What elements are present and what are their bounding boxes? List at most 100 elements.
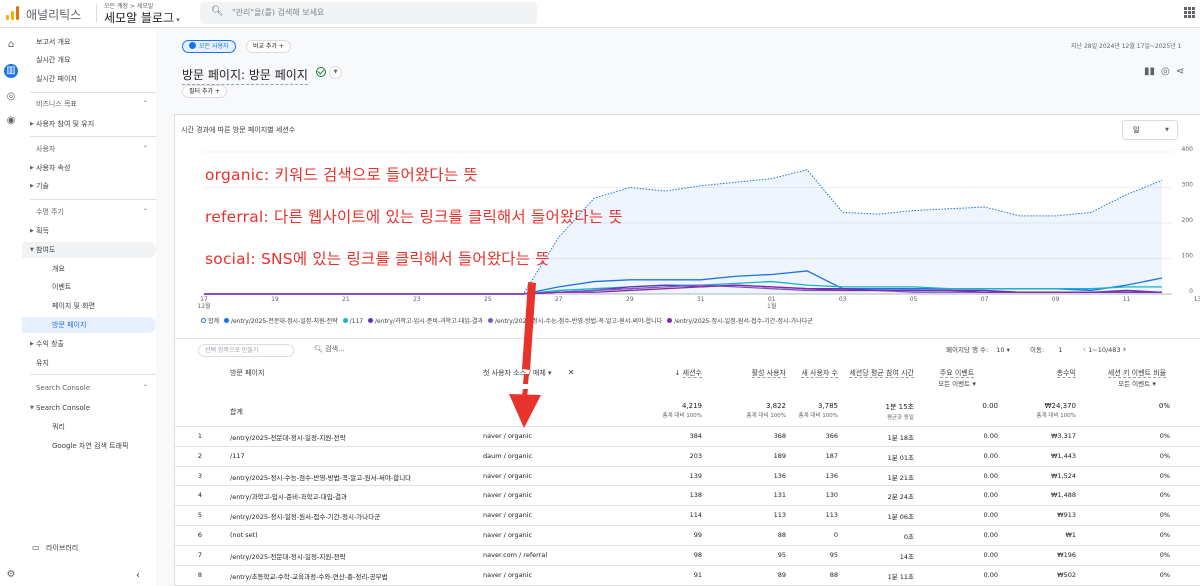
arrow-shaft-top: [522, 282, 536, 370]
rows-per-page-select[interactable]: 10 ▾: [996, 346, 1010, 354]
legend-item[interactable]: /entry/2025-전문대-정시-일정-지원-전략: [231, 318, 338, 325]
sidebar-item-events[interactable]: 이벤트: [22, 279, 156, 295]
sidebar-item-acquisition[interactable]: ▶ 획득: [22, 223, 156, 239]
pagination: 페이지당 행 수: 10 ▾ 이동: 1 ‹ 1~10/483 ›: [946, 345, 1127, 355]
caret-right-icon: ▶: [30, 183, 34, 189]
col-header-total-revenue[interactable]: 총수익: [1004, 368, 1076, 378]
col-header-landing-page[interactable]: 방문 페이지: [230, 368, 264, 378]
y-tick-label: 100: [1182, 253, 1194, 260]
table-search[interactable]: 🔍︎ 검색...: [314, 344, 345, 354]
legend-total-ring-icon[interactable]: [201, 318, 206, 323]
table-row[interactable]: 8/entry/초등학교-수학-교육과정-수와-연산-총-정리-공부법 naver…: [174, 564, 1200, 584]
cell-key-events: 0.00: [983, 531, 998, 539]
sidebar-item-engagement-overview[interactable]: 개요: [22, 261, 156, 277]
cell-revenue: ₩1,488: [1050, 491, 1076, 500]
legend-item[interactable]: /entry/2025-정시-일정-원서-접수-기간-정시-가나다군: [674, 318, 813, 325]
page-range: 1~10/483: [1088, 346, 1121, 354]
reports-icon[interactable]: ▥: [4, 64, 18, 78]
table-row[interactable]: 5/entry/2025-정시-일정-원서-접수-기간-정시-가나다군 naver…: [174, 505, 1200, 524]
analytics-logo-icon[interactable]: [6, 6, 20, 20]
arrow-head: [509, 394, 541, 428]
property-selector[interactable]: 세모알 블로그 ▾: [104, 9, 180, 26]
legend-item[interactable]: 합계: [208, 318, 219, 325]
legend-swatch: [342, 318, 348, 323]
legend-item[interactable]: /117: [350, 318, 363, 325]
search-icon: 🔍︎: [314, 345, 326, 353]
settings-gear-icon[interactable]: ⚙: [4, 568, 18, 582]
row-index: 3: [197, 471, 202, 480]
cell-session-key-rate: 0%: [1159, 570, 1170, 579]
sidebar-group-lifecycle[interactable]: 수명 주기 ⌃: [22, 204, 156, 220]
cell-session-key-rate: 0%: [1159, 451, 1170, 460]
explore-icon[interactable]: ◎: [4, 90, 18, 104]
table-row[interactable]: 3/entry/2025-정시-수능-점수-반영-방법-꼭-알고-원서-써야-합…: [174, 465, 1200, 485]
table-row[interactable]: 7/entry/2025-전문대-정시-일정-지원-전략 naver.com / …: [174, 544, 1200, 564]
sidebar-item-engagement[interactable]: ▼ 참여도: [22, 242, 156, 258]
x-tick-label: 31: [697, 296, 705, 303]
cell-key-events: 0.00: [983, 432, 998, 440]
table-row[interactable]: 6 (not set) naver / organic 99 88 0 0초 0.00 ₩1 0%: [174, 525, 1200, 544]
sidebar-item-queries[interactable]: 쿼리: [22, 419, 156, 435]
sidebar: 보고서 개요 실시간 개요 실시간 페이지 비즈니스 목표 ⌃ ▶ 사용자 참여 및…: [22, 28, 156, 586]
annotation-organic: organic: 키워드 검색으로 들어왔다는 뜻: [205, 166, 478, 184]
cell-sessions: 91: [693, 570, 702, 579]
sidebar-group-business-goals[interactable]: 비즈니스 목표 ⌃: [22, 96, 156, 112]
sidebar-item-realtime-overview[interactable]: 실시간 개요: [22, 52, 156, 68]
caret-right-icon: ▶: [30, 341, 34, 347]
next-page-icon[interactable]: ›: [1123, 345, 1127, 355]
close-icon[interactable]: ✕: [568, 368, 575, 377]
cell-source-medium: naver / organic: [483, 511, 533, 520]
prev-page-icon[interactable]: ‹: [1082, 345, 1086, 355]
cell-source-medium: naver / organic: [483, 432, 533, 440]
collapse-chevron-icon[interactable]: ‹: [136, 570, 140, 581]
chevron-down-icon: ▾: [174, 16, 180, 24]
home-icon[interactable]: ⌂: [4, 38, 18, 52]
arrow-dash-1: [523, 374, 529, 384]
search-input[interactable]: 🔍︎ "관리"을(를) 검색해 보세요: [200, 2, 537, 24]
x-tick-label: 11: [1123, 296, 1131, 303]
sidebar-item-retention[interactable]: 유지: [22, 355, 156, 371]
sidebar-item-search-console[interactable]: ▼ Search Console: [22, 400, 156, 416]
table-row[interactable]: 4/entry/과학고-입시-준비-과학고-대입-결과 naver / organ…: [174, 485, 1200, 504]
col-header-session-key-event-rate[interactable]: 세션 키 이벤트 비율 모든 이벤트 ▾: [1082, 368, 1192, 388]
table-row[interactable]: 2/117 daum / organic 203 189 187 1분 01초 0.00 ₩1…: [174, 445, 1200, 465]
col-header-key-events[interactable]: 주요 이벤트 모든 이벤트 ▾: [916, 368, 998, 388]
col-header-sessions[interactable]: ↓ 세션수: [622, 368, 702, 378]
cell-key-events: 0.00: [983, 570, 998, 579]
cell-sessions: 139: [689, 471, 702, 480]
cell-revenue: ₩1,443: [1050, 451, 1076, 460]
sidebar-group-user[interactable]: 사용자 ⌃: [22, 141, 156, 157]
sidebar-item-engagement-retention[interactable]: ▶ 사용자 참여 및 유지: [22, 116, 156, 132]
cell-session-key-rate: 0%: [1159, 432, 1170, 440]
sidebar-group-search-console[interactable]: Search Console ⌃: [22, 380, 156, 396]
sidebar-item-pages-screens[interactable]: 페이지 및 화면: [22, 298, 156, 314]
table-row[interactable]: 1/entry/2025-전문대-정시-일정-지원-전략 naver / orga…: [174, 426, 1200, 445]
col-header-avg-engagement[interactable]: 세션당 평균 참여 시간: [816, 368, 914, 378]
sidebar-item-reports-overview[interactable]: 보고서 개요: [22, 34, 156, 50]
sidebar-item-google-organic-search-traffic[interactable]: Google 자연 검색 트래픽: [22, 438, 156, 454]
x-tick-label: 21: [342, 296, 350, 303]
sidebar-item-landing-page[interactable]: 방문 페이지: [22, 317, 156, 333]
cell-landing-page: /entry/과학고-입시-준비-과학고-대입-결과: [230, 493, 348, 502]
sidebar-item-tech[interactable]: ▶ 기술: [22, 178, 156, 194]
sidebar-item-library[interactable]: ▭ 라이브러리: [22, 540, 156, 556]
x-tick-label: 27: [555, 296, 563, 303]
cell-revenue: ₩196: [1057, 550, 1076, 559]
sidebar-item-realtime-pages[interactable]: 실시간 페이지: [22, 71, 156, 87]
sidebar-item-monetization[interactable]: ▶ 수익 창출: [22, 336, 156, 352]
chevron-up-icon: ⌃: [142, 145, 148, 152]
totals-key-events: 0.00: [982, 402, 998, 410]
x-tick-label: 05: [910, 296, 918, 303]
create-segment-input[interactable]: 선택 항목으로 만들기: [198, 344, 294, 357]
cell-sessions: 99: [693, 531, 702, 539]
goto-page-input[interactable]: 1: [1058, 346, 1062, 354]
annotation-referral: referral: 다른 웹사이트에 있는 링크를 클릭해서 들어왔다는 뜻: [205, 208, 623, 226]
main-content: 모든 사용자 비교 추가 + 지난 28일 2024년 12월 17일~2025…: [156, 28, 1200, 586]
cell-sessions: 114: [689, 511, 702, 520]
sidebar-item-user-attributes[interactable]: ▶ 사용자 속성: [22, 160, 156, 176]
cell-revenue: ₩502: [1057, 570, 1076, 579]
legend-item[interactable]: /entry/과학고-입시-준비-과학고-대입-결과: [375, 318, 483, 325]
advertising-icon[interactable]: ◉: [4, 114, 18, 128]
cell-source-medium: naver / organic: [483, 531, 533, 539]
apps-grid-icon[interactable]: [1184, 7, 1195, 18]
